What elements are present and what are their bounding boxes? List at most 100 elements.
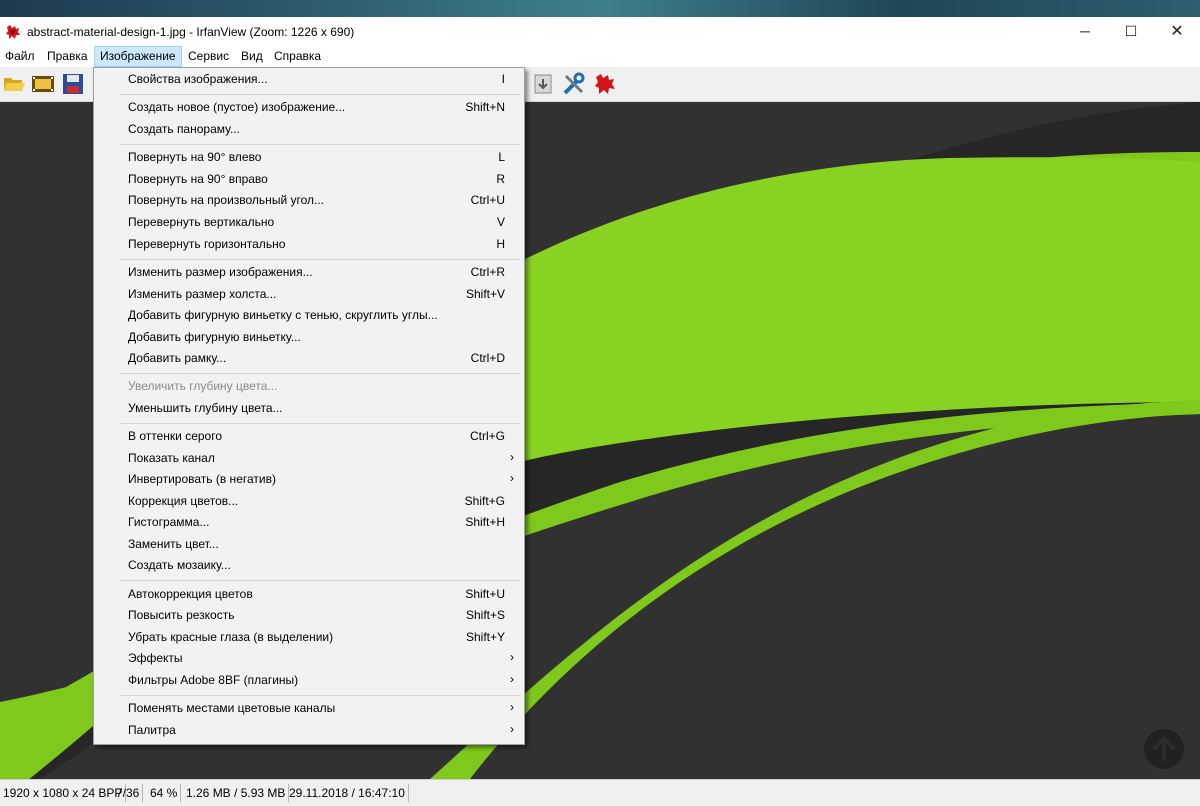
menu-item-shortcut: I	[501, 72, 505, 86]
slideshow-icon[interactable]	[31, 72, 55, 96]
menu-item-show-channel[interactable]: Показать канал ›	[94, 448, 524, 469]
window-title: abstract-material-design-1.jpg - IrfanVi…	[27, 25, 355, 39]
menu-item-shortcut: Shift+Y	[465, 630, 505, 644]
menu-item-create-new-image[interactable]: Создать новое (пустое) изображение... Shi…	[94, 97, 524, 118]
menu-item-palette[interactable]: Палитра ›	[94, 720, 524, 741]
menu-item-image-properties[interactable]: Свойства изображения... I	[94, 69, 524, 90]
watermark-logo-icon	[1144, 729, 1184, 769]
menu-help[interactable]: Справка	[269, 47, 326, 66]
menu-item-label: Фильтры Adobe 8BF (плагины)	[128, 673, 299, 687]
open-folder-icon[interactable]	[2, 72, 26, 96]
menu-item-shortcut: Ctrl+U	[470, 193, 505, 207]
desktop-wallpaper-strip	[0, 0, 1200, 17]
menu-item-fancy-border[interactable]: Добавить фигурную виньетку...	[94, 327, 524, 348]
menu-item-resize-canvas[interactable]: Изменить размер холста... Shift+V	[94, 284, 524, 305]
menu-item-label: Убрать красные глаза (в выделении)	[128, 630, 334, 644]
menu-item-label: Повернуть на произвольный угол...	[128, 193, 325, 207]
menu-item-sharpen[interactable]: Повысить резкость Shift+S	[94, 605, 524, 626]
menu-item-label: Добавить рамку...	[128, 351, 227, 365]
menu-separator	[120, 144, 520, 145]
irfanview-logo-icon[interactable]	[593, 72, 617, 96]
status-index: 7/36	[113, 784, 144, 802]
menu-item-effects[interactable]: Эффекты ›	[94, 648, 524, 669]
menu-item-label: Изменить размер холста...	[128, 287, 277, 301]
menu-item-shortcut: H	[496, 237, 505, 251]
maximize-button[interactable]: ☐	[1108, 17, 1154, 46]
status-dimensions: 1920 x 1080 x 24 BPP	[0, 784, 127, 802]
irfanview-red-cat-icon	[6, 25, 20, 39]
menu-file[interactable]: Файл	[0, 47, 40, 66]
tools-icon[interactable]	[562, 72, 586, 96]
menu-item-label: Эффекты	[128, 651, 183, 665]
menu-separator	[120, 580, 520, 581]
menu-item-label: В оттенки серого	[128, 429, 223, 443]
image-menu-dropdown: Свойства изображения... I Создать новое (…	[93, 67, 525, 745]
menu-item-auto-color[interactable]: Автокоррекция цветов Shift+U	[94, 584, 524, 605]
menu-item-shortcut: Shift+U	[465, 587, 505, 601]
menu-item-create-mosaic[interactable]: Создать мозаику...	[94, 555, 524, 576]
menu-item-replace-color[interactable]: Заменить цвет...	[94, 534, 524, 555]
menu-item-label: Изменить размер изображения...	[128, 265, 313, 279]
menu-item-shortcut: Shift+H	[465, 515, 505, 529]
submenu-arrow-icon: ›	[510, 450, 514, 464]
menu-item-shortcut: L	[498, 150, 505, 164]
minimize-button[interactable]: ─	[1062, 17, 1108, 46]
menu-item-add-frame[interactable]: Добавить рамку... Ctrl+D	[94, 348, 524, 369]
menu-item-adobe-filters[interactable]: Фильтры Adobe 8BF (плагины) ›	[94, 670, 524, 691]
submenu-arrow-icon: ›	[510, 650, 514, 664]
menu-item-swap-channels[interactable]: Поменять местами цветовые каналы ›	[94, 698, 524, 719]
menu-item-label: Повернуть на 90° вправо	[128, 172, 268, 186]
menu-item-shortcut: R	[496, 172, 505, 186]
menu-item-label: Добавить фигурную виньетку с тенью, скру…	[128, 308, 438, 322]
menu-item-label: Показать канал	[128, 451, 215, 465]
status-file-size: 1.26 MB / 5.93 MB	[183, 784, 290, 802]
menu-item-label: Перевернуть горизонтально	[128, 237, 286, 251]
title-bar[interactable]: abstract-material-design-1.jpg - IrfanVi…	[0, 17, 1200, 46]
submenu-arrow-icon: ›	[510, 471, 514, 485]
menu-item-invert[interactable]: Инвертировать (в негатив) ›	[94, 469, 524, 490]
menu-item-increase-color-depth: Увеличить глубину цвета...	[94, 376, 524, 397]
menu-item-label: Коррекция цветов...	[128, 494, 239, 508]
menu-item-histogram[interactable]: Гистограмма... Shift+H	[94, 512, 524, 533]
menu-item-flip-vertical[interactable]: Перевернуть вертикально V	[94, 212, 524, 233]
status-zoom: 64 %	[147, 784, 182, 802]
menu-tools[interactable]: Сервис	[183, 47, 234, 66]
menu-item-create-panorama[interactable]: Создать панораму...	[94, 119, 524, 140]
menu-item-shortcut: Ctrl+D	[470, 351, 505, 365]
download-icon[interactable]	[531, 72, 555, 96]
menu-item-label: Создать панораму...	[128, 122, 240, 136]
menu-separator	[120, 94, 520, 95]
menu-separator	[120, 373, 520, 374]
menu-item-rotate-left[interactable]: Повернуть на 90° влево L	[94, 147, 524, 168]
menu-item-label: Инвертировать (в негатив)	[128, 472, 276, 486]
menu-item-shortcut: Shift+S	[465, 608, 505, 622]
menu-edit[interactable]: Правка	[42, 47, 93, 66]
menu-item-rotate-custom[interactable]: Повернуть на произвольный угол... Ctrl+U	[94, 190, 524, 211]
menu-item-label: Создать мозаику...	[128, 558, 231, 572]
menu-item-label: Добавить фигурную виньетку...	[128, 330, 301, 344]
menu-item-fancy-border-shadow[interactable]: Добавить фигурную виньетку с тенью, скру…	[94, 305, 524, 326]
menu-item-flip-horizontal[interactable]: Перевернуть горизонтально H	[94, 234, 524, 255]
menu-item-rotate-right[interactable]: Повернуть на 90° вправо R	[94, 169, 524, 190]
close-button[interactable]: ✕	[1154, 17, 1200, 46]
menu-item-shortcut: Shift+V	[465, 287, 505, 301]
menu-item-label: Создать новое (пустое) изображение...	[128, 100, 346, 114]
menu-item-label: Автокоррекция цветов	[128, 587, 253, 601]
menu-item-shortcut: V	[496, 215, 505, 229]
menu-item-shortcut: Ctrl+G	[469, 429, 505, 443]
menu-item-grayscale[interactable]: В оттенки серого Ctrl+G	[94, 426, 524, 447]
menu-item-decrease-color-depth[interactable]: Уменьшить глубину цвета...	[94, 398, 524, 419]
menu-image[interactable]: Изображение	[94, 46, 182, 67]
save-icon[interactable]	[61, 72, 85, 96]
menu-item-label: Гистограмма...	[128, 515, 210, 529]
submenu-arrow-icon: ›	[510, 672, 514, 686]
menu-item-label: Перевернуть вертикально	[128, 215, 275, 229]
menu-item-label: Увеличить глубину цвета...	[128, 379, 278, 393]
menu-separator	[120, 259, 520, 260]
menu-item-resize-image[interactable]: Изменить размер изображения... Ctrl+R	[94, 262, 524, 283]
menu-item-label: Свойства изображения...	[128, 72, 268, 86]
menu-item-color-correction[interactable]: Коррекция цветов... Shift+G	[94, 491, 524, 512]
menu-item-label: Поменять местами цветовые каналы	[128, 701, 336, 715]
menu-view[interactable]: Вид	[236, 47, 268, 66]
menu-item-red-eye[interactable]: Убрать красные глаза (в выделении) Shift+…	[94, 627, 524, 648]
